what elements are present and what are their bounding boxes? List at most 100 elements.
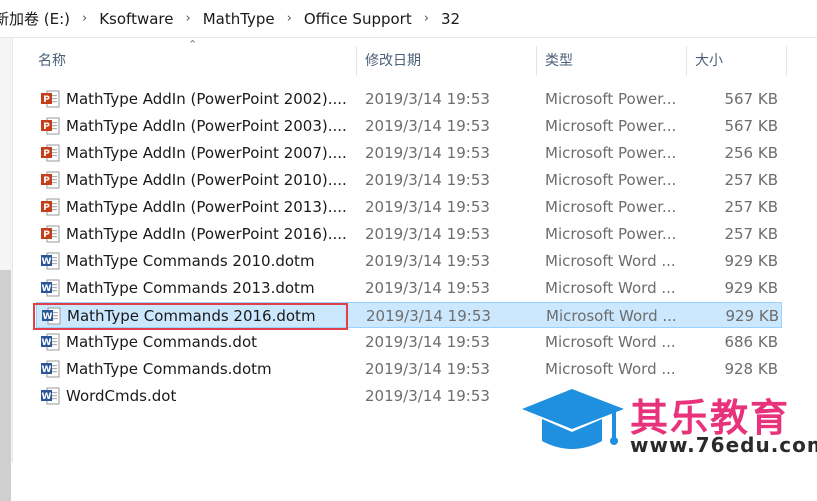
file-size: 928 KB (724, 360, 778, 378)
svg-text:W: W (42, 338, 52, 348)
file-size: 567 KB (724, 117, 778, 135)
powerpoint-addin-icon: P (41, 117, 60, 135)
file-row[interactable]: W MathType Commands 2013.dotm 2019/3/14 19… (36, 275, 782, 301)
nav-pane-scrollbar[interactable] (0, 38, 13, 501)
file-size: 929 KB (724, 279, 778, 297)
file-type: Microsoft Power... (545, 225, 677, 243)
file-type: Microsoft Word ... (545, 360, 676, 378)
file-name: MathType AddIn (PowerPoint 2010).... (66, 171, 347, 189)
breadcrumb-ksoftware[interactable]: Ksoftware (95, 10, 177, 28)
chevron-right-icon[interactable]: › (177, 11, 198, 26)
file-date: 2019/3/14 19:53 (366, 307, 491, 325)
file-size: 929 KB (725, 307, 779, 325)
svg-text:P: P (43, 203, 50, 213)
watermark-url: www.76edu.com (630, 433, 817, 457)
powerpoint-icon: P (41, 144, 60, 162)
file-row[interactable]: P MathType AddIn (PowerPoint 2016).... 201… (36, 221, 782, 247)
file-row[interactable]: W MathType Commands 2010.dotm 2019/3/14 19… (36, 248, 782, 274)
file-size: 686 KB (724, 333, 778, 351)
file-date: 2019/3/14 19:53 (365, 360, 490, 378)
svg-text:W: W (42, 392, 52, 402)
file-type: Microsoft Word ... (545, 279, 676, 297)
column-header-name[interactable]: 名称 (30, 46, 357, 76)
svg-text:P: P (43, 149, 50, 159)
column-header-type[interactable]: 类型 (537, 46, 687, 76)
svg-text:P: P (43, 176, 50, 186)
file-name: MathType Commands.dotm (66, 360, 272, 378)
svg-text:W: W (42, 284, 52, 294)
svg-text:W: W (43, 312, 53, 322)
scrollbar-thumb[interactable] (0, 270, 11, 501)
column-header-date[interactable]: 修改日期 (357, 46, 537, 76)
breadcrumb-current-folder[interactable]: 32 (437, 10, 464, 28)
word-template-icon: W (41, 333, 60, 351)
file-row[interactable]: P MathType AddIn (PowerPoint 2010).... 201… (36, 167, 782, 193)
svg-text:W: W (42, 257, 52, 267)
svg-text:W: W (42, 365, 52, 375)
file-date: 2019/3/14 19:53 (365, 144, 490, 162)
file-size: 257 KB (724, 171, 778, 189)
word-template-icon: W (42, 307, 61, 325)
file-size: 256 KB (724, 144, 778, 162)
file-type: Microsoft Power... (545, 90, 677, 108)
file-row[interactable]: W MathType Commands 2016.dotm 2019/3/14 19… (36, 302, 782, 328)
watermark: 其乐教育 www.76edu.com (520, 383, 817, 463)
word-template-icon: W (41, 279, 60, 297)
file-name: MathType Commands 2013.dotm (66, 279, 315, 297)
file-date: 2019/3/14 19:53 (365, 198, 490, 216)
breadcrumb: 新加卷 (E:) › Ksoftware › MathType › Office… (0, 0, 817, 38)
file-type: Microsoft Power... (545, 117, 677, 135)
file-type: Microsoft Power... (545, 198, 677, 216)
file-date: 2019/3/14 19:53 (365, 252, 490, 270)
powerpoint-icon: P (41, 198, 60, 216)
file-date: 2019/3/14 19:53 (365, 171, 490, 189)
file-row[interactable]: W MathType Commands.dot 2019/3/14 19:53 Mic… (36, 329, 782, 355)
file-name: MathType AddIn (PowerPoint 2003).... (66, 117, 347, 135)
graduation-cap-icon (522, 389, 624, 449)
file-row[interactable]: W MathType Commands.dotm 2019/3/14 19:53 Mi… (36, 356, 782, 382)
file-type: Microsoft Power... (545, 144, 677, 162)
file-size: 257 KB (724, 225, 778, 243)
file-date: 2019/3/14 19:53 (365, 387, 490, 405)
chevron-right-icon[interactable]: › (74, 11, 95, 26)
breadcrumb-mathtype[interactable]: MathType (199, 10, 279, 28)
file-date: 2019/3/14 19:53 (365, 90, 490, 108)
file-type: Microsoft Power... (545, 171, 677, 189)
file-name: MathType AddIn (PowerPoint 2007).... (66, 144, 347, 162)
file-date: 2019/3/14 19:53 (365, 333, 490, 351)
file-size: 257 KB (724, 198, 778, 216)
file-size: 929 KB (724, 252, 778, 270)
column-header-size[interactable]: 大小 (687, 46, 787, 76)
file-date: 2019/3/14 19:53 (365, 279, 490, 297)
file-name: MathType Commands 2010.dotm (66, 252, 315, 270)
svg-text:P: P (43, 95, 50, 105)
file-row[interactable]: P MathType AddIn (PowerPoint 2003).... 201… (36, 113, 782, 139)
word-template-icon: W (41, 387, 60, 405)
file-date: 2019/3/14 19:53 (365, 225, 490, 243)
powerpoint-addin-icon: P (41, 90, 60, 108)
word-template-icon: W (41, 252, 60, 270)
file-name: WordCmds.dot (66, 387, 177, 405)
file-type: Microsoft Word ... (545, 252, 676, 270)
breadcrumb-drive[interactable]: 新加卷 (E:) (0, 8, 74, 29)
file-name: MathType Commands.dot (66, 333, 258, 351)
column-header-row: ⌃ 名称 修改日期 类型 大小 (30, 38, 790, 76)
powerpoint-icon: P (41, 225, 60, 243)
svg-text:P: P (43, 230, 50, 240)
file-size: 567 KB (724, 90, 778, 108)
file-row[interactable]: P MathType AddIn (PowerPoint 2002).... 201… (36, 86, 782, 112)
word-template-icon: W (41, 360, 60, 378)
breadcrumb-office-support[interactable]: Office Support (300, 10, 416, 28)
svg-text:P: P (43, 122, 50, 132)
chevron-right-icon[interactable]: › (279, 11, 300, 26)
file-type: Microsoft Word ... (545, 333, 676, 351)
file-row[interactable]: P MathType AddIn (PowerPoint 2013).... 201… (36, 194, 782, 220)
file-date: 2019/3/14 19:53 (365, 117, 490, 135)
file-name: MathType AddIn (PowerPoint 2013).... (66, 198, 347, 216)
file-row[interactable]: P MathType AddIn (PowerPoint 2007).... 201… (36, 140, 782, 166)
file-name: MathType AddIn (PowerPoint 2002).... (66, 90, 347, 108)
file-name: MathType AddIn (PowerPoint 2016).... (66, 225, 347, 243)
file-name: MathType Commands 2016.dotm (67, 307, 316, 325)
powerpoint-icon: P (41, 171, 60, 189)
chevron-right-icon[interactable]: › (416, 11, 437, 26)
